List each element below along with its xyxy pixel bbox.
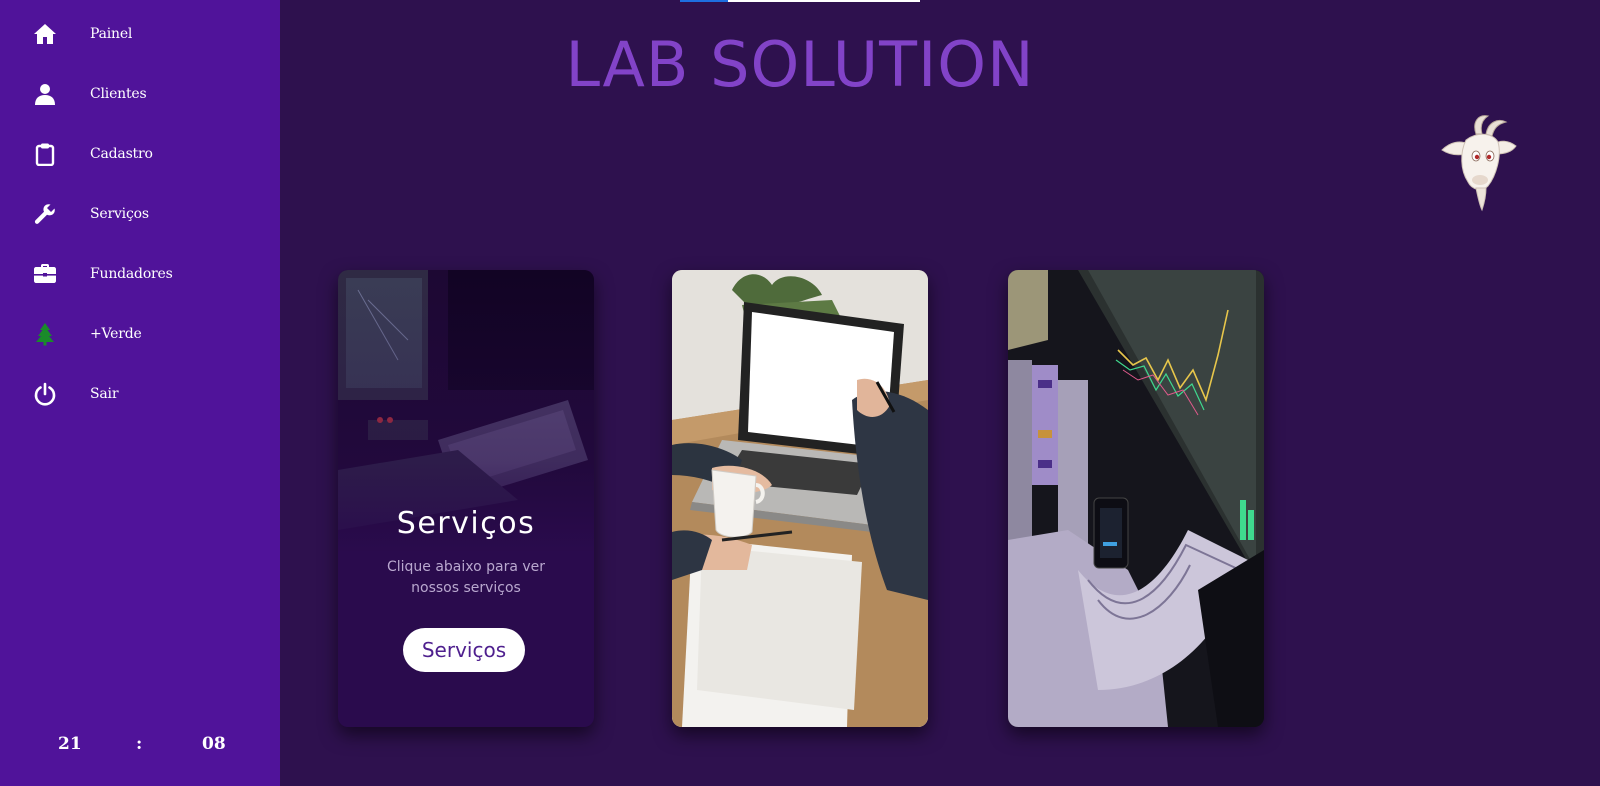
card-description: Clique abaixo para ver nossos serviços	[386, 559, 546, 596]
services-button[interactable]: Serviços	[403, 628, 525, 672]
sidebar-item-label: Painel	[90, 26, 133, 42]
sidebar-item-label: +Verde	[90, 326, 142, 342]
sidebar-item-label: Clientes	[90, 86, 147, 102]
clipboard-icon	[32, 141, 58, 167]
user-icon	[32, 81, 58, 107]
sidebar-item-sair[interactable]: Sair	[0, 368, 280, 420]
clock-minutes: 08	[202, 734, 226, 754]
sidebar-item-clientes[interactable]: Clientes	[0, 68, 280, 120]
clock: 21 : 08	[0, 734, 280, 760]
wrench-icon	[32, 201, 58, 227]
home-icon	[32, 21, 58, 47]
power-icon	[32, 381, 58, 407]
sidebar-item-label: Fundadores	[90, 266, 173, 282]
money-stock-chart-photo	[1008, 270, 1264, 727]
briefcase-icon	[32, 261, 58, 287]
finance-card[interactable]	[1008, 270, 1264, 727]
services-card: Serviços Clique abaixo para ver nossos s…	[338, 270, 594, 727]
sidebar-item-painel[interactable]: Painel	[0, 8, 280, 60]
sidebar-item-label: Sair	[90, 386, 119, 402]
laptop-card[interactable]	[672, 270, 928, 727]
tree-icon	[32, 321, 58, 347]
sidebar-item-servicos[interactable]: Serviços	[0, 188, 280, 240]
top-progress-bar	[680, 0, 920, 2]
sidebar: Painel Clientes Cadastro Serviços Fundad…	[0, 0, 280, 786]
sidebar-item-label: Cadastro	[90, 146, 153, 162]
clock-separator: :	[136, 734, 143, 754]
sidebar-item-fundadores[interactable]: Fundadores	[0, 248, 280, 300]
sidebar-item-cadastro[interactable]: Cadastro	[0, 128, 280, 180]
sidebar-item-verde[interactable]: +Verde	[0, 308, 280, 360]
laptop-meeting-photo	[672, 270, 928, 727]
sidebar-item-label: Serviços	[90, 206, 149, 222]
page-title: LAB SOLUTION	[565, 28, 1035, 101]
card-title: Serviços	[396, 506, 536, 541]
top-progress-fill	[680, 0, 728, 2]
clock-hours: 21	[58, 734, 82, 754]
goat-mascot-icon	[1436, 112, 1520, 212]
